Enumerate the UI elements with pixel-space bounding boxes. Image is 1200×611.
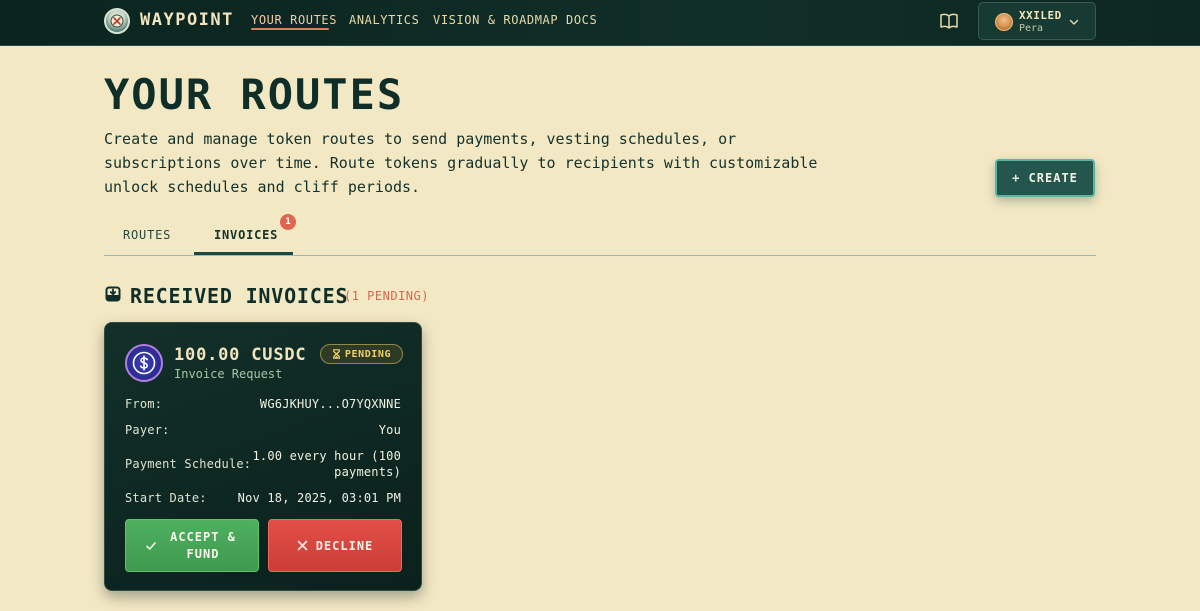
usdc-dollar-icon xyxy=(132,351,156,375)
logo-mark-icon xyxy=(110,14,124,28)
page-description: Create and manage token routes to send p… xyxy=(104,130,818,196)
decline-button[interactable]: DECLINE xyxy=(268,519,402,572)
detail-value-start-date: Nov 18, 2025, 03:01 PM xyxy=(237,491,401,505)
user-account-menu[interactable]: XXILED Pera xyxy=(978,2,1096,40)
pending-count: (1 PENDING) xyxy=(344,289,429,303)
detail-value-from: WG6JKHUY...O7YQXNNE xyxy=(259,397,401,411)
avatar xyxy=(995,13,1013,31)
logo-icon[interactable] xyxy=(104,8,130,34)
status-badge: PENDING xyxy=(320,344,403,364)
book-icon[interactable] xyxy=(939,12,959,30)
nav-link-your-routes[interactable]: YOUR ROUTES xyxy=(251,13,337,27)
check-icon xyxy=(146,541,156,550)
invoice-amount: 100.00 CUSDC xyxy=(174,345,307,365)
invoices-count-badge: 1 xyxy=(280,214,296,230)
nav-link-analytics[interactable]: ANALYTICS xyxy=(349,13,419,27)
detail-value-payer: You xyxy=(378,423,401,437)
tab-divider xyxy=(104,255,1096,256)
detail-label-schedule: Payment Schedule: xyxy=(125,457,252,471)
close-icon xyxy=(297,540,308,551)
invoice-type: Invoice Request xyxy=(174,367,283,381)
chevron-down-icon xyxy=(1069,19,1079,25)
tab-routes[interactable]: ROUTES xyxy=(123,228,171,242)
nav-link-vision-roadmap[interactable]: VISION & ROADMAP xyxy=(433,13,558,27)
top-navbar: WAYPOINT YOUR ROUTES ANALYTICS VISION & … xyxy=(0,0,1200,46)
detail-label-payer: Payer: xyxy=(125,423,170,437)
wallet-name: Pera xyxy=(1019,23,1044,34)
nav-active-underline xyxy=(251,28,329,30)
detail-value-schedule: 1.00 every hour (100 payments) xyxy=(252,449,401,479)
nav-link-docs[interactable]: DOCS xyxy=(566,13,597,27)
accept-and-fund-button[interactable]: ACCEPT & FUND xyxy=(125,519,259,572)
invoice-card: 100.00 CUSDC Invoice Request PENDING Fro… xyxy=(104,322,422,591)
decline-label: DECLINE xyxy=(315,538,374,553)
accept-and-fund-label: ACCEPT & FUND xyxy=(170,529,236,561)
brand-name[interactable]: WAYPOINT xyxy=(140,10,234,30)
section-title: RECEIVED INVOICES xyxy=(130,284,349,308)
tab-invoices[interactable]: INVOICES xyxy=(214,228,278,242)
detail-label-start-date: Start Date: xyxy=(125,491,207,505)
status-label: PENDING xyxy=(344,348,392,360)
user-name: XXILED xyxy=(1019,9,1062,22)
token-icon xyxy=(125,344,163,382)
create-route-button[interactable]: + CREATE xyxy=(995,159,1095,197)
page-title: YOUR ROUTES xyxy=(104,70,405,119)
inbox-icon xyxy=(105,286,121,302)
detail-label-from: From: xyxy=(125,397,163,411)
hourglass-icon xyxy=(332,349,340,359)
